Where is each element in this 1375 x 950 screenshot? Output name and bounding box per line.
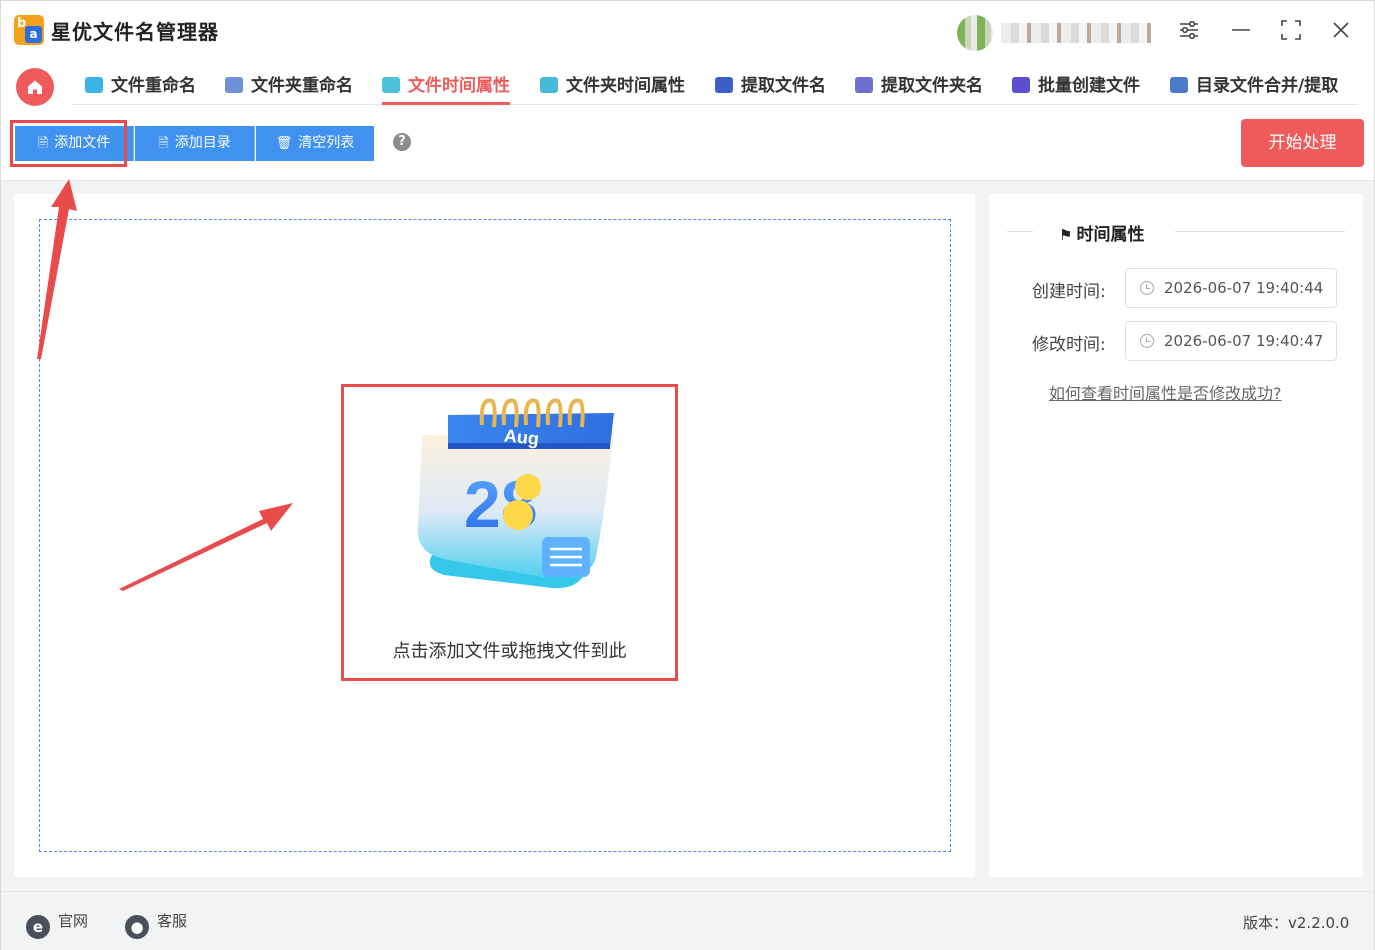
tab-extract-name[interactable]: 提取文件名	[715, 71, 826, 105]
user-name-blurred	[1001, 23, 1151, 43]
drop-hint-text: 点击添加文件或拖拽文件到此	[392, 641, 627, 662]
clock-icon	[1140, 334, 1154, 348]
modified-time-input[interactable]: 2026-06-07 19:40:47	[1125, 321, 1337, 361]
tab-label: 提取文件夹名	[881, 76, 983, 96]
time-help-link[interactable]: 如何查看时间属性是否修改成功?	[1049, 380, 1282, 404]
website-label: 官网	[58, 912, 89, 930]
extract-name-icon	[715, 77, 733, 93]
app-logo-icon: b a	[14, 15, 44, 45]
merge-icon	[1170, 77, 1188, 93]
tab-file-rename[interactable]: 文件重命名	[85, 71, 196, 105]
status-bar: e 官网 ● 客服 版本：v2.2.0.0	[1, 891, 1374, 950]
tab-folder-time[interactable]: 文件夹时间属性	[540, 71, 685, 105]
extract-folder-icon	[855, 77, 873, 93]
file-list-panel: Aug 28 点击添加文件或拖拽文件到此	[14, 194, 975, 877]
website-link[interactable]: e 官网	[26, 910, 88, 939]
divider	[1007, 231, 1033, 232]
tab-merge-extract[interactable]: 目录文件合并/提取	[1170, 71, 1338, 105]
file-icon: 🗎	[158, 136, 169, 151]
clear-list-button[interactable]: 🗑 清空列表	[256, 126, 374, 161]
batch-create-icon	[1012, 77, 1030, 93]
home-icon	[28, 80, 42, 94]
maximize-button[interactable]	[1279, 19, 1303, 43]
minimize-button[interactable]	[1229, 19, 1253, 43]
modified-time-label: 修改时间:	[1032, 335, 1106, 355]
tab-label: 文件夹重命名	[251, 76, 353, 96]
add-file-highlight	[10, 120, 127, 167]
clock-icon	[1140, 281, 1154, 295]
main-nav: 文件重命名 文件夹重命名 文件时间属性 文件夹时间属性 提取文件名 提取文件夹名…	[1, 61, 1374, 111]
folder-time-icon	[540, 77, 558, 93]
tab-folder-rename[interactable]: 文件夹重命名	[225, 71, 353, 105]
add-dir-label: 添加目录	[174, 135, 231, 151]
created-time-input[interactable]: 2026-06-07 19:40:44	[1125, 268, 1337, 308]
clear-list-label: 清空列表	[298, 135, 355, 151]
tab-label: 批量创建文件	[1038, 76, 1140, 96]
app-title: 星优文件名管理器	[51, 20, 219, 44]
created-time-value: 2026-06-07 19:40:44	[1164, 279, 1324, 297]
ie-icon: e	[26, 915, 50, 939]
tab-label: 文件重命名	[111, 76, 196, 96]
toolbar: 🗎 添加文件 🗎 添加目录 🗑 清空列表 ? 开始处理	[1, 111, 1374, 181]
start-button[interactable]: 开始处理	[1241, 119, 1364, 167]
help-icon[interactable]: ?	[393, 133, 411, 151]
close-button[interactable]	[1329, 19, 1353, 43]
support-label: 客服	[157, 912, 188, 930]
app-window: b a 星优文件名管理器 文件重命名 文件夹重命名 文件时间属性 文件夹时间属性…	[0, 0, 1375, 950]
tab-label: 目录文件合并/提取	[1196, 76, 1339, 96]
support-link[interactable]: ● 客服	[125, 910, 187, 939]
tab-label: 文件时间属性	[408, 76, 510, 96]
user-account[interactable]	[951, 15, 1151, 51]
title-bar: b a 星优文件名管理器	[1, 1, 1374, 61]
tab-label: 文件夹时间属性	[566, 76, 685, 96]
tab-label: 提取文件名	[741, 76, 826, 96]
home-button[interactable]	[16, 68, 54, 106]
divider	[1175, 231, 1345, 232]
drop-zone[interactable]: Aug 28 点击添加文件或拖拽文件到此	[39, 219, 951, 852]
version-text: 版本：v2.2.0.0	[1243, 914, 1350, 932]
time-attributes-panel: ⚑ 时间属性 创建时间: 2026-06-07 19:40:44 修改时间: 20…	[989, 194, 1363, 877]
flag-icon: ⚑	[1059, 226, 1073, 244]
rename-icon	[85, 77, 103, 93]
sliders-icon[interactable]	[1177, 19, 1201, 43]
chat-icon: ●	[125, 915, 149, 939]
time-panel-title-text: 时间属性	[1076, 225, 1145, 245]
add-dir-button[interactable]: 🗎 添加目录	[135, 126, 255, 161]
drop-hint-frame[interactable]: Aug 28 点击添加文件或拖拽文件到此	[341, 384, 678, 681]
modified-time-value: 2026-06-07 19:40:47	[1164, 332, 1324, 350]
time-panel-title: ⚑ 时间属性	[1059, 220, 1144, 245]
trash-icon: 🗑	[275, 136, 293, 151]
folder-rename-icon	[225, 77, 243, 93]
time-panel-header: ⚑ 时间属性	[1007, 220, 1345, 245]
calendar-icon: Aug 28	[417, 398, 614, 589]
calendar-month: Aug	[503, 425, 540, 449]
tab-file-time[interactable]: 文件时间属性	[382, 71, 510, 105]
avatar[interactable]	[957, 15, 993, 51]
created-time-label: 创建时间:	[1032, 282, 1106, 302]
tab-extract-folder[interactable]: 提取文件夹名	[855, 71, 983, 105]
tab-batch-create[interactable]: 批量创建文件	[1012, 71, 1140, 105]
file-time-icon	[382, 77, 400, 93]
